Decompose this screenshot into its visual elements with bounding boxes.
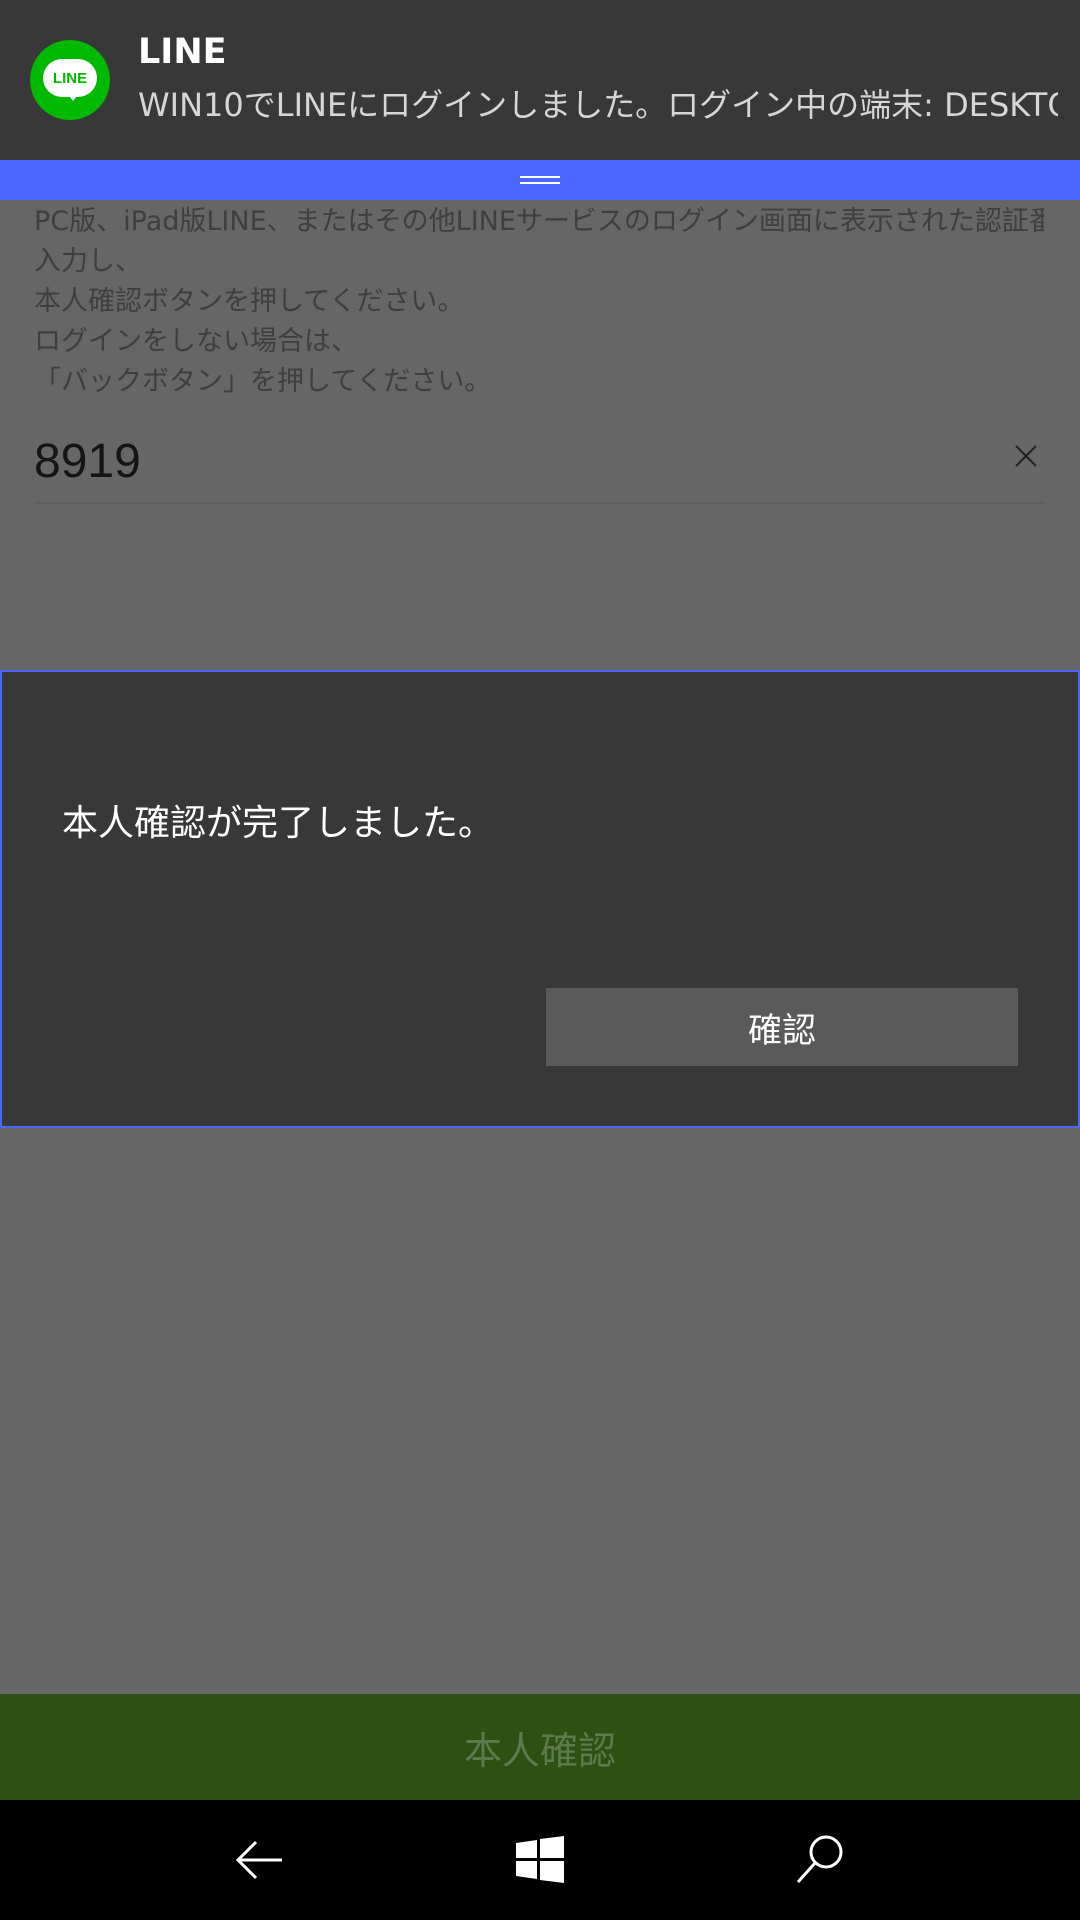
- instructions-text: PC版、iPad版LINE、またはその他LINEサービスのログイン画面に表示され…: [34, 202, 1044, 402]
- notification-message: WIN10でLINEにログインしました。ログイン中の端末: DESKTOP: [138, 86, 1058, 124]
- search-icon[interactable]: [790, 1830, 850, 1890]
- windows-logo-icon[interactable]: [510, 1830, 570, 1890]
- instruction-line: ログインをしない場合は、: [34, 326, 358, 357]
- confirmation-dialog: 本人確認が完了しました。 確認: [0, 670, 1080, 1128]
- notification-toast[interactable]: LINE LINE WIN10でLINEにログインしました。ログイン中の端末: …: [0, 0, 1080, 160]
- identity-confirm-button[interactable]: 本人確認: [0, 1694, 1080, 1800]
- verification-code-value: 8919: [34, 435, 141, 488]
- notification-title: LINE: [138, 32, 227, 72]
- dialog-confirm-button[interactable]: 確認: [546, 988, 1018, 1066]
- line-app-icon: LINE: [30, 40, 110, 120]
- back-arrow-icon[interactable]: [230, 1830, 290, 1890]
- instruction-line: 本人確認ボタンを押してください。: [34, 286, 465, 317]
- notification-drag-handle[interactable]: [0, 160, 1080, 200]
- instruction-line: PC版、iPad版LINE、またはその他LINEサービスのログイン画面に表示され…: [34, 206, 1044, 237]
- instruction-line: 「バックボタン」を押してください。: [34, 366, 492, 397]
- verification-code-input[interactable]: 8919: [34, 426, 1046, 504]
- clear-icon[interactable]: [1006, 436, 1046, 476]
- system-navigation-bar: [0, 1800, 1080, 1920]
- instruction-line: 入力し、: [34, 246, 142, 277]
- dialog-message: 本人確認が完了しました。: [62, 803, 495, 844]
